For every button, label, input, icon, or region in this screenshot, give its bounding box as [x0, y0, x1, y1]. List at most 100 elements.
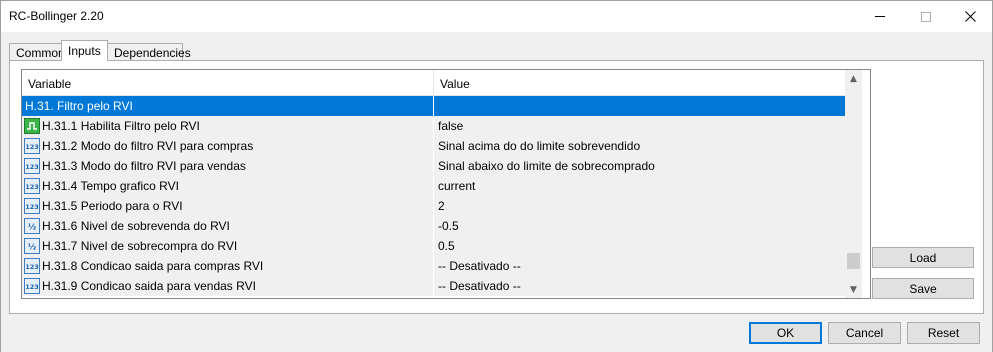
table-row[interactable]: 123 H.31.4 Tempo grafico RVI current: [22, 176, 845, 196]
value-text: false: [438, 119, 464, 133]
scroll-down-button[interactable]: ▼: [845, 281, 862, 298]
close-icon: [964, 11, 976, 22]
svg-text:123: 123: [25, 263, 39, 271]
variable-name: H.31.9 Condicao saida para vendas RVI: [42, 279, 256, 293]
table-rows: H.31. Filtro pelo RVI H.31.1 Habilita Fil…: [22, 96, 845, 296]
variable-name: H.31.3 Modo do filtro RVI para vendas: [42, 159, 246, 173]
svg-text:123: 123: [25, 143, 39, 151]
minimize-button[interactable]: [857, 1, 903, 32]
table-row[interactable]: 123 H.31.8 Condicao saida para compras RV…: [22, 256, 845, 276]
table-group-row[interactable]: H.31. Filtro pelo RVI: [22, 96, 845, 116]
vertical-scrollbar[interactable]: ▲ ▼: [845, 70, 862, 298]
chevron-down-icon: ▼: [850, 284, 857, 295]
tab-inputs[interactable]: Inputs: [61, 40, 108, 61]
load-button[interactable]: Load: [872, 247, 974, 268]
svg-text:123: 123: [25, 283, 39, 291]
table-row[interactable]: ½ H.31.6 Nivel de sobrevenda do RVI -0.5: [22, 216, 845, 236]
value-cell[interactable]: Sinal abaixo do limite de sobrecomprado: [434, 156, 845, 176]
ok-button-label: OK: [776, 326, 795, 340]
value-cell[interactable]: Sinal acima do do limite sobrevendido: [434, 136, 845, 156]
chevron-up-icon: ▲: [850, 73, 857, 84]
save-button[interactable]: Save: [872, 278, 974, 299]
value-cell[interactable]: current: [434, 176, 845, 196]
inputs-panel: Variable Value H.31. Filtro pelo RVI H.31…: [9, 60, 984, 314]
variable-cell[interactable]: 123 H.31.5 Periodo para o RVI: [22, 196, 433, 216]
int-icon: 123: [24, 198, 40, 214]
variable-name: H.31.5 Periodo para o RVI: [42, 199, 183, 213]
variable-cell[interactable]: 123 H.31.9 Condicao saida para vendas RVI: [22, 276, 433, 296]
variable-name: H.31.7 Nivel de sobrecompra do RVI: [42, 239, 238, 253]
table-header: Variable Value: [22, 70, 845, 96]
variable-name: H.31.8 Condicao saida para compras RVI: [42, 259, 264, 273]
cancel-button-label: Cancel: [845, 326, 884, 340]
variable-cell[interactable]: ½ H.31.6 Nivel de sobrevenda do RVI: [22, 216, 433, 236]
value-cell[interactable]: -0.5: [434, 216, 845, 236]
column-header-variable[interactable]: Variable: [22, 70, 434, 96]
double-icon: ½: [24, 218, 40, 234]
int-icon: 123: [24, 158, 40, 174]
value-cell[interactable]: -- Desativado --: [434, 256, 845, 276]
variable-cell[interactable]: 123 H.31.3 Modo do filtro RVI para vendas: [22, 156, 433, 176]
variable-name: H.31.2 Modo do filtro RVI para compras: [42, 139, 254, 153]
value-cell[interactable]: false: [434, 116, 845, 136]
value-text: 2: [438, 199, 445, 213]
close-button[interactable]: [947, 1, 993, 32]
title-bar[interactable]: RC-Bollinger 2.20: [1, 1, 992, 32]
variable-name: H.31. Filtro pelo RVI: [25, 99, 133, 113]
value-text: -0.5: [438, 219, 459, 233]
svg-text:123: 123: [25, 163, 39, 171]
value-text: -- Desativado --: [438, 259, 521, 273]
value-cell[interactable]: 2: [434, 196, 845, 216]
double-icon: ½: [24, 238, 40, 254]
reset-button-label: Reset: [927, 326, 960, 340]
variable-name: H.31.6 Nivel de sobrevenda do RVI: [42, 219, 230, 233]
save-button-label: Save: [909, 281, 937, 296]
variable-cell[interactable]: 123 H.31.4 Tempo grafico RVI: [22, 176, 433, 196]
value-cell[interactable]: -- Desativado --: [434, 276, 845, 296]
table-row[interactable]: 123 H.31.3 Modo do filtro RVI para vendas…: [22, 156, 845, 176]
tab-common[interactable]: Common: [9, 43, 65, 61]
variable-name: H.31.4 Tempo grafico RVI: [42, 179, 179, 193]
variable-cell[interactable]: ½ H.31.7 Nivel de sobrecompra do RVI: [22, 236, 433, 256]
bool-icon: [24, 118, 40, 134]
value-cell[interactable]: 0.5: [434, 236, 845, 256]
variable-cell[interactable]: H.31. Filtro pelo RVI: [22, 96, 433, 116]
column-header-value[interactable]: Value: [434, 70, 845, 96]
value-text: current: [438, 179, 476, 193]
table-row[interactable]: H.31.1 Habilita Filtro pelo RVI false: [22, 116, 845, 136]
ok-button[interactable]: OK: [749, 322, 822, 344]
cancel-button[interactable]: Cancel: [828, 322, 901, 344]
value-text: Sinal acima do do limite sobrevendido: [438, 139, 641, 153]
maximize-button[interactable]: [903, 1, 949, 32]
scroll-up-button[interactable]: ▲: [845, 70, 862, 87]
int-icon: 123: [24, 258, 40, 274]
dialog-window: RC-Bollinger 2.20 Common Inputs Dependen…: [0, 0, 993, 352]
variable-cell[interactable]: 123 H.31.2 Modo do filtro RVI para compra…: [22, 136, 433, 156]
variable-name: H.31.1 Habilita Filtro pelo RVI: [42, 119, 200, 133]
reset-button[interactable]: Reset: [907, 322, 980, 344]
window-title: RC-Bollinger 2.20: [9, 9, 104, 23]
table-row[interactable]: 123 H.31.2 Modo do filtro RVI para compra…: [22, 136, 845, 156]
value-cell[interactable]: [434, 96, 845, 116]
scrollbar-thumb[interactable]: [847, 252, 860, 269]
tab-dependencies[interactable]: Dependencies: [107, 43, 191, 61]
variable-cell[interactable]: 123 H.31.8 Condicao saida para compras RV…: [22, 256, 433, 276]
value-text: -- Desativado --: [438, 279, 521, 293]
table-row[interactable]: 123 H.31.5 Periodo para o RVI 2: [22, 196, 845, 216]
minimize-icon: [875, 16, 885, 17]
int-icon: 123: [24, 278, 40, 294]
bottom-strip: [1, 347, 992, 352]
maximize-icon: [921, 11, 931, 22]
variable-cell[interactable]: H.31.1 Habilita Filtro pelo RVI: [22, 116, 433, 136]
table-row[interactable]: ½ H.31.7 Nivel de sobrecompra do RVI 0.5: [22, 236, 845, 256]
int-icon: 123: [24, 138, 40, 154]
value-text: 0.5: [438, 239, 455, 253]
inputs-table[interactable]: Variable Value H.31. Filtro pelo RVI H.31…: [21, 69, 871, 299]
svg-text:½: ½: [28, 222, 36, 232]
svg-text:123: 123: [25, 203, 39, 211]
svg-text:123: 123: [25, 183, 39, 191]
load-button-label: Load: [909, 250, 937, 265]
svg-text:½: ½: [28, 242, 36, 252]
int-icon: 123: [24, 178, 40, 194]
table-row[interactable]: 123 H.31.9 Condicao saida para vendas RVI…: [22, 276, 845, 296]
